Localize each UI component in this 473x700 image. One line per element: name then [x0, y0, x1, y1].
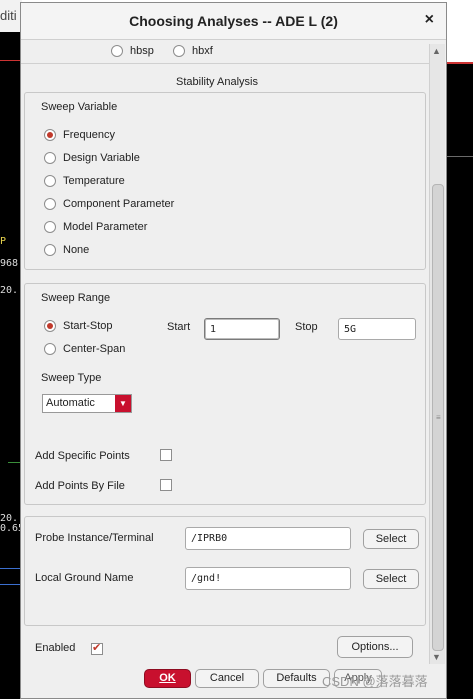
radio-button[interactable] — [44, 198, 56, 211]
background-label: 20. — [0, 285, 19, 296]
divider — [21, 63, 429, 64]
sweep-type-value: Automatic — [46, 397, 95, 409]
sweep-type-label: Sweep Type — [41, 372, 102, 384]
radio-button[interactable] — [44, 129, 56, 142]
options-button[interactable]: Options... — [337, 636, 413, 658]
radio-none[interactable]: None — [44, 244, 90, 257]
watermark: CSDN @落落暮落 — [322, 674, 428, 689]
enabled-label: Enabled — [35, 642, 76, 654]
background-title-fragment: diti — [0, 0, 22, 32]
background-line — [0, 568, 22, 569]
local-ground-input[interactable]: /gnd! — [185, 567, 351, 590]
radio-label: Temperature — [63, 175, 125, 187]
radio-label: Component Parameter — [63, 198, 175, 210]
background-window-left: diti P 968 20. 20. 0.65 — [0, 0, 24, 699]
probe-instance-input[interactable]: /IPRB0 — [185, 527, 351, 550]
add-specific-points-label: Add Specific Points — [35, 450, 130, 462]
radio-label: Model Parameter — [63, 221, 148, 233]
radio-label: None — [63, 244, 90, 256]
add-points-by-file-label: Add Points By File — [35, 480, 125, 492]
add-specific-points-checkbox[interactable] — [160, 449, 172, 461]
background-label: 968 — [0, 258, 19, 269]
sweep-variable-group: Sweep Variable Frequency Design Variable… — [24, 92, 426, 270]
select-ground-button[interactable]: Select — [363, 569, 419, 589]
background-header — [447, 0, 473, 64]
radio-label: Frequency — [63, 129, 115, 141]
radio-label: Design Variable — [63, 152, 140, 164]
radio-component-parameter[interactable]: Component Parameter — [44, 198, 175, 211]
radio-center-span[interactable]: Center-Span — [44, 343, 126, 356]
scrollbar-thumb[interactable]: ≡ — [432, 184, 444, 651]
close-icon[interactable]: × — [425, 11, 434, 29]
radio-button[interactable] — [44, 244, 56, 257]
probe-group: Probe Instance/Terminal /IPRB0 Select Lo… — [24, 516, 426, 626]
radio-design-variable[interactable]: Design Variable — [44, 152, 140, 165]
radio-hbxf[interactable]: hbxf — [173, 45, 213, 58]
scroll-up-arrow-icon[interactable]: ▲ — [432, 46, 441, 56]
radio-label: Center-Span — [63, 343, 126, 355]
add-points-by-file-checkbox[interactable] — [160, 479, 172, 491]
radio-start-stop[interactable]: Start-Stop — [44, 320, 113, 333]
group-title: Sweep Range — [41, 292, 111, 304]
radio-hbsp[interactable]: hbsp — [111, 45, 154, 58]
background-line — [0, 584, 22, 585]
background-label: P — [0, 236, 7, 247]
sweep-type-dropdown[interactable]: Automatic ▼ — [42, 394, 132, 413]
enabled-checkbox[interactable] — [91, 641, 103, 655]
group-title: Sweep Variable — [41, 101, 118, 113]
radio-button[interactable] — [44, 175, 56, 188]
start-label: Start — [167, 321, 191, 333]
radio-button[interactable] — [44, 343, 56, 356]
radio-frequency[interactable]: Frequency — [44, 129, 115, 142]
background-line — [0, 60, 22, 61]
stop-label: Stop — [295, 321, 318, 333]
section-title: Stability Analysis — [176, 76, 258, 88]
cancel-button[interactable]: Cancel — [195, 669, 259, 688]
dialog-content: hbsp hbxf Stability Analysis Sweep Varia… — [21, 40, 429, 700]
radio-label: hbsp — [130, 45, 154, 57]
choosing-analyses-dialog: Choosing Analyses -- ADE L (2) × hbsp hb… — [20, 2, 447, 699]
title-bar: Choosing Analyses -- ADE L (2) × — [21, 3, 446, 40]
select-probe-button[interactable]: Select — [363, 529, 419, 549]
probe-instance-label: Probe Instance/Terminal — [35, 532, 154, 544]
radio-model-parameter[interactable]: Model Parameter — [44, 221, 148, 234]
radio-button[interactable] — [173, 45, 185, 58]
vertical-scrollbar[interactable]: ▲ ≡ ▼ — [429, 44, 445, 664]
grip-icon: ≡ — [436, 413, 441, 422]
background-line — [447, 156, 473, 157]
radio-button[interactable] — [44, 320, 56, 333]
background-window-right — [447, 0, 473, 699]
stop-input[interactable]: 5G — [338, 318, 416, 340]
radio-button[interactable] — [44, 221, 56, 234]
ok-label: OK — [159, 672, 176, 684]
radio-button[interactable] — [44, 152, 56, 165]
dialog-title: Choosing Analyses -- ADE L (2) — [129, 13, 338, 29]
local-ground-label: Local Ground Name — [35, 572, 134, 584]
ok-button[interactable]: OK — [144, 669, 191, 688]
radio-temperature[interactable]: Temperature — [44, 175, 125, 188]
scroll-down-arrow-icon[interactable]: ▼ — [432, 652, 441, 662]
start-input[interactable]: 1 — [204, 318, 280, 340]
radio-label: hbxf — [192, 45, 213, 57]
radio-label: Start-Stop — [63, 320, 113, 332]
radio-button[interactable] — [111, 45, 123, 58]
defaults-button[interactable]: Defaults — [263, 669, 330, 688]
chevron-down-icon[interactable]: ▼ — [115, 395, 131, 412]
